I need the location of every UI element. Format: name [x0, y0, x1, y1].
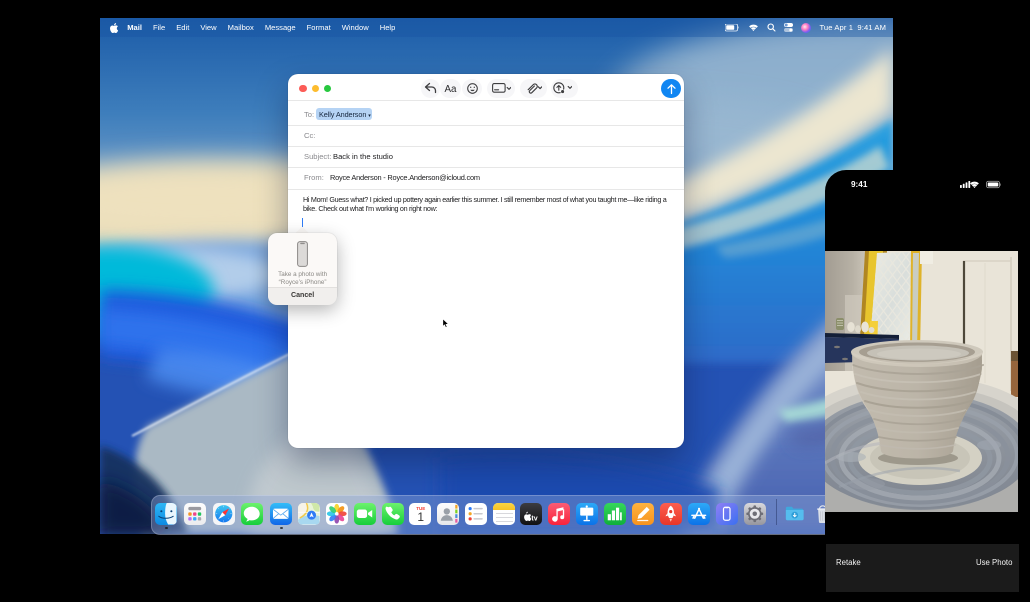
- svg-text:tv: tv: [532, 515, 538, 522]
